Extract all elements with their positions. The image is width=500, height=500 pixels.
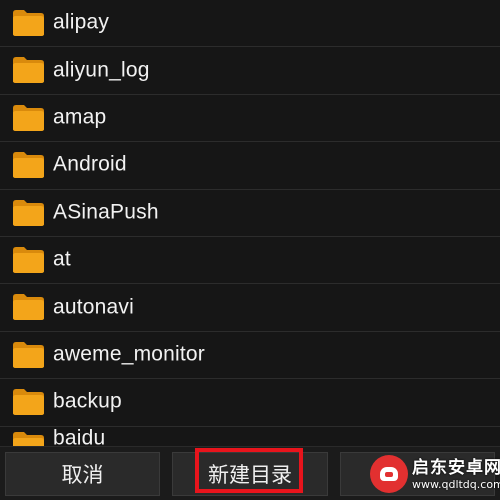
folder-name: ASinaPush	[53, 200, 159, 224]
list-item[interactable]: backup	[0, 379, 500, 427]
folder-icon	[12, 293, 45, 321]
folder-name: at	[53, 247, 71, 271]
folder-icon	[12, 9, 45, 37]
list-item[interactable]: alipay	[0, 0, 500, 48]
folder-name: Android	[53, 152, 127, 176]
folder-name: amap	[53, 105, 107, 129]
folder-list[interactable]: alipay aliyun_log amap Android ASinaPush	[0, 0, 500, 446]
watermark-url: www.qdltdq.com	[412, 477, 500, 491]
list-item[interactable]: ASinaPush	[0, 189, 500, 237]
list-item[interactable]: amap	[0, 94, 500, 143]
watermark: 启东安卓网 www.qdltdq.com	[370, 452, 500, 496]
new-folder-button[interactable]: 新建目录	[172, 452, 328, 496]
watermark-logo-icon	[370, 455, 408, 493]
folder-icon	[12, 388, 45, 416]
folder-icon	[12, 431, 45, 446]
folder-name: aliyun_log	[53, 58, 150, 82]
folder-icon	[12, 341, 45, 369]
folder-icon	[12, 246, 45, 274]
folder-icon	[12, 151, 45, 179]
folder-name: alipay	[53, 10, 110, 34]
folder-icon	[12, 199, 45, 227]
list-item[interactable]: aliyun_log	[0, 47, 500, 95]
watermark-text: 启东安卓网 www.qdltdq.com	[412, 458, 500, 491]
cancel-button[interactable]: 取消	[5, 452, 160, 496]
file-picker-screen: alipay aliyun_log amap Android ASinaPush	[0, 0, 500, 500]
list-item[interactable]: Android	[0, 142, 500, 190]
list-item[interactable]: aweme_monitor	[0, 331, 500, 380]
folder-name: aweme_monitor	[53, 342, 205, 366]
folder-name: autonavi	[53, 295, 134, 319]
folder-name: backup	[53, 389, 122, 413]
folder-name: baidu	[53, 426, 106, 446]
list-item[interactable]: autonavi	[0, 284, 500, 332]
folder-icon	[12, 56, 45, 84]
folder-icon	[12, 104, 45, 132]
list-item[interactable]: at	[0, 236, 500, 285]
watermark-title: 启东安卓网	[412, 457, 500, 478]
list-item[interactable]: baidu	[0, 426, 500, 446]
